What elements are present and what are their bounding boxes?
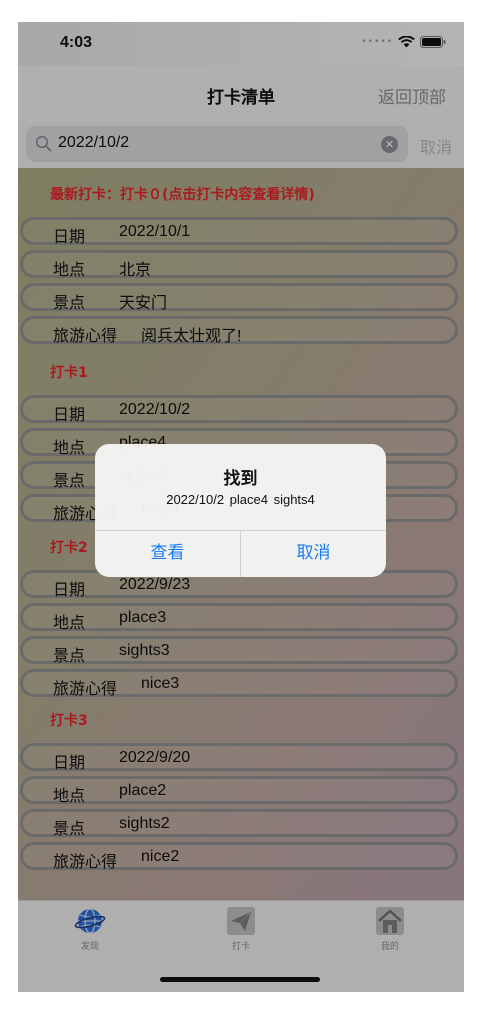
alert-message: 2022/10/2 place4 sights4 bbox=[166, 492, 315, 507]
alert-view-button[interactable]: 查看 bbox=[95, 530, 240, 577]
found-alert-dialog: 找到 2022/10/2 place4 sights4 查看 取消 bbox=[95, 444, 386, 577]
alert-title: 找到 bbox=[223, 469, 258, 489]
alert-cancel-button[interactable]: 取消 bbox=[241, 530, 386, 577]
phone-screen: 4:03 ••••• 打卡清单 返回顶部 2022/10/2 ✕ 取消 最新打卡… bbox=[18, 22, 464, 992]
